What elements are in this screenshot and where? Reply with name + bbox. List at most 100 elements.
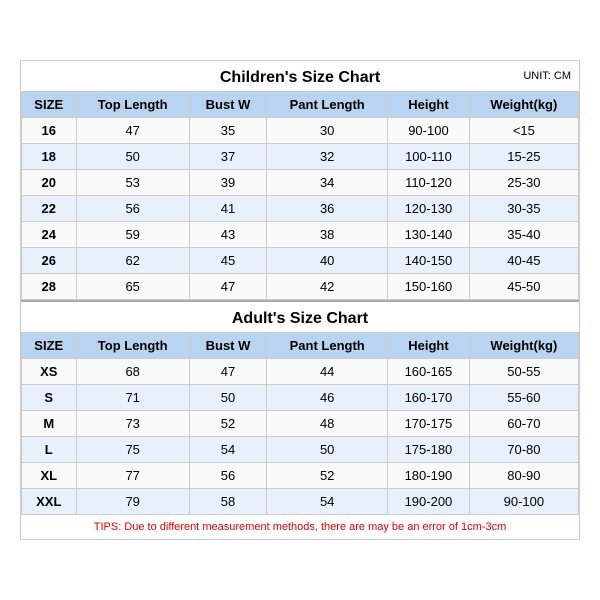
tips-text: TIPS: Due to different measurement metho…	[21, 515, 579, 539]
table-cell: 43	[189, 222, 266, 248]
table-cell: 68	[76, 359, 189, 385]
table-cell: 73	[76, 411, 189, 437]
children-header-row: SIZE Top Length Bust W Pant Length Heigh…	[22, 92, 579, 118]
col-header-bust-w-adult: Bust W	[189, 333, 266, 359]
table-row: 24594338130-14035-40	[22, 222, 579, 248]
table-cell: 48	[267, 411, 388, 437]
table-cell: 54	[267, 489, 388, 515]
table-cell: <15	[469, 118, 578, 144]
table-cell: 28	[22, 274, 77, 300]
table-cell: S	[22, 385, 77, 411]
table-cell: 22	[22, 196, 77, 222]
table-cell: 71	[76, 385, 189, 411]
table-cell: L	[22, 437, 77, 463]
col-header-weight: Weight(kg)	[469, 92, 578, 118]
table-cell: XXL	[22, 489, 77, 515]
table-cell: 50-55	[469, 359, 578, 385]
table-cell: 130-140	[388, 222, 470, 248]
table-cell: 35	[189, 118, 266, 144]
table-cell: 52	[267, 463, 388, 489]
table-cell: 62	[76, 248, 189, 274]
table-cell: 52	[189, 411, 266, 437]
table-row: L755450175-18070-80	[22, 437, 579, 463]
table-cell: 30	[267, 118, 388, 144]
table-row: 1647353090-100<15	[22, 118, 579, 144]
table-row: XL775652180-19080-90	[22, 463, 579, 489]
table-cell: 47	[189, 274, 266, 300]
table-cell: 41	[189, 196, 266, 222]
adults-chart-title: Adult's Size Chart	[21, 300, 579, 332]
size-chart-wrapper: Children's Size Chart UNIT: CM SIZE Top …	[20, 60, 580, 540]
table-cell: 45-50	[469, 274, 578, 300]
table-cell: 110-120	[388, 170, 470, 196]
table-cell: 50	[189, 385, 266, 411]
table-cell: 45	[189, 248, 266, 274]
table-row: 18503732100-11015-25	[22, 144, 579, 170]
table-cell: 50	[267, 437, 388, 463]
table-cell: 40	[267, 248, 388, 274]
table-cell: 180-190	[388, 463, 470, 489]
table-cell: 46	[267, 385, 388, 411]
col-header-pant-length-adult: Pant Length	[267, 333, 388, 359]
table-row: XS684744160-16550-55	[22, 359, 579, 385]
col-header-size: SIZE	[22, 92, 77, 118]
adults-size-table: SIZE Top Length Bust W Pant Length Heigh…	[21, 332, 579, 515]
col-header-height-adult: Height	[388, 333, 470, 359]
table-row: S715046160-17055-60	[22, 385, 579, 411]
table-cell: 36	[267, 196, 388, 222]
table-cell: 44	[267, 359, 388, 385]
table-cell: 160-170	[388, 385, 470, 411]
col-header-height: Height	[388, 92, 470, 118]
table-cell: 75	[76, 437, 189, 463]
table-cell: 42	[267, 274, 388, 300]
col-header-size-adult: SIZE	[22, 333, 77, 359]
col-header-pant-length: Pant Length	[267, 92, 388, 118]
unit-label: UNIT: CM	[523, 70, 571, 82]
table-cell: M	[22, 411, 77, 437]
col-header-top-length: Top Length	[76, 92, 189, 118]
table-cell: 190-200	[388, 489, 470, 515]
table-cell: XL	[22, 463, 77, 489]
col-header-weight-adult: Weight(kg)	[469, 333, 578, 359]
table-cell: 90-100	[388, 118, 470, 144]
table-cell: 15-25	[469, 144, 578, 170]
table-cell: 25-30	[469, 170, 578, 196]
table-cell: 39	[189, 170, 266, 196]
table-cell: 50	[76, 144, 189, 170]
table-cell: 65	[76, 274, 189, 300]
table-cell: 47	[76, 118, 189, 144]
table-cell: 53	[76, 170, 189, 196]
children-chart-title: Children's Size Chart UNIT: CM	[21, 61, 579, 91]
col-header-bust-w: Bust W	[189, 92, 266, 118]
table-cell: 18	[22, 144, 77, 170]
adults-header-row: SIZE Top Length Bust W Pant Length Heigh…	[22, 333, 579, 359]
table-cell: 70-80	[469, 437, 578, 463]
col-header-top-length-adult: Top Length	[76, 333, 189, 359]
table-cell: 150-160	[388, 274, 470, 300]
table-cell: 34	[267, 170, 388, 196]
table-row: XXL795854190-20090-100	[22, 489, 579, 515]
table-cell: XS	[22, 359, 77, 385]
table-row: M735248170-17560-70	[22, 411, 579, 437]
table-row: 22564136120-13030-35	[22, 196, 579, 222]
table-cell: 47	[189, 359, 266, 385]
table-cell: 120-130	[388, 196, 470, 222]
table-cell: 175-180	[388, 437, 470, 463]
table-cell: 24	[22, 222, 77, 248]
table-cell: 58	[189, 489, 266, 515]
table-cell: 30-35	[469, 196, 578, 222]
table-row: 28654742150-16045-50	[22, 274, 579, 300]
table-cell: 56	[189, 463, 266, 489]
table-cell: 80-90	[469, 463, 578, 489]
table-cell: 160-165	[388, 359, 470, 385]
table-cell: 140-150	[388, 248, 470, 274]
table-cell: 16	[22, 118, 77, 144]
table-cell: 100-110	[388, 144, 470, 170]
table-cell: 54	[189, 437, 266, 463]
table-cell: 60-70	[469, 411, 578, 437]
table-row: 20533934110-12025-30	[22, 170, 579, 196]
table-row: 26624540140-15040-45	[22, 248, 579, 274]
adults-title-text: Adult's Size Chart	[232, 310, 368, 327]
table-cell: 26	[22, 248, 77, 274]
table-cell: 55-60	[469, 385, 578, 411]
